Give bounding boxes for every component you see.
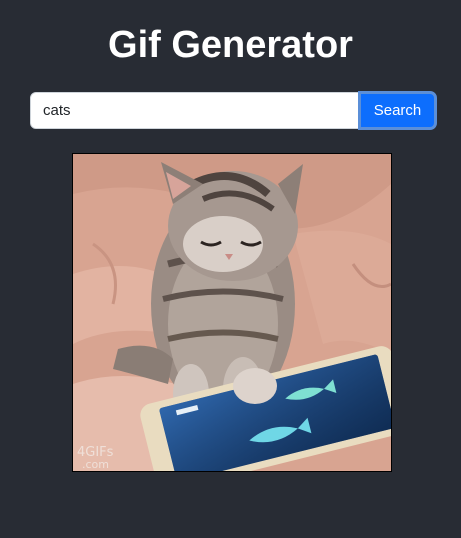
- search-button[interactable]: Search: [358, 91, 437, 130]
- search-bar: Search: [30, 91, 437, 130]
- gif-illustration: 4GIFs .com: [73, 154, 391, 471]
- page-title: Gif Generator: [108, 24, 353, 66]
- gif-image: 4GIFs .com: [72, 153, 392, 472]
- search-input[interactable]: [30, 92, 360, 129]
- watermark-line2: .com: [82, 458, 109, 471]
- app-root: Gif Generator Search: [0, 0, 461, 538]
